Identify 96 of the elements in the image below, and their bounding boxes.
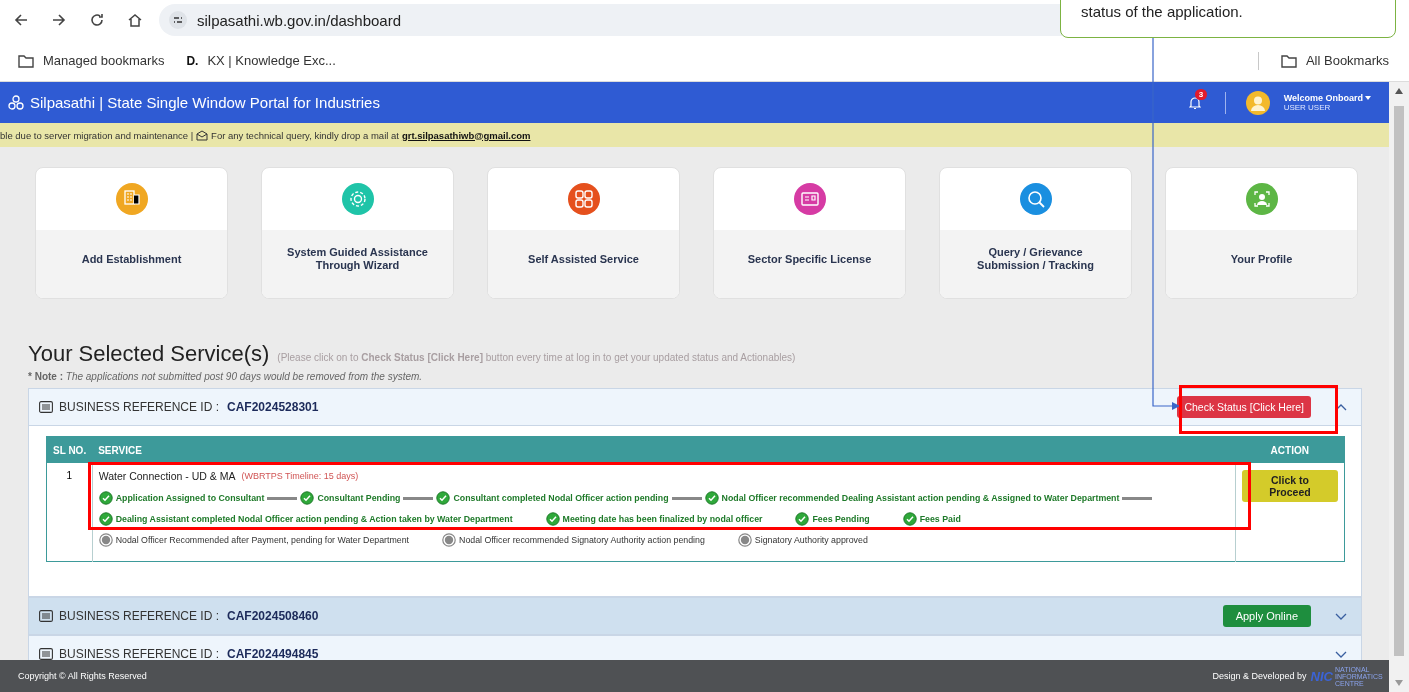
apply-online-button[interactable]: Apply Online [1222, 605, 1311, 627]
grid-icon [567, 183, 600, 215]
callout-text: status of the application. [1081, 3, 1243, 20]
caret-icon [1365, 96, 1371, 100]
notification-count: 3 [1194, 88, 1208, 100]
bell-icon[interactable] [1188, 95, 1201, 110]
column-header: SERVICE [92, 436, 1236, 463]
logo-icon [8, 94, 24, 111]
reload-icon[interactable] [89, 12, 105, 28]
avatar-icon[interactable] [1245, 90, 1270, 115]
check-circle-icon [98, 491, 113, 505]
connector-line [403, 496, 434, 500]
hint-text: (Please click on to Check Status [Click Here] button every time at log in to get your updated status and Actionables) [277, 352, 796, 363]
reference-label: BUSINESS REFERENCE ID : [59, 647, 220, 660]
status-step: Dealing Assistant completed Nodal Officer action pending & Action taken by Water Department [98, 512, 513, 526]
status-step: Consultant Pending [300, 491, 434, 505]
scrollbar[interactable] [1389, 82, 1409, 692]
chevron-down-icon[interactable] [1335, 612, 1347, 620]
status-step: Nodal Officer Recommended after Payment, pending for Water Department [98, 533, 410, 547]
bookmark[interactable]: D. KX | Knowledge Exc... [186, 53, 336, 68]
check-circle-icon [545, 512, 560, 526]
check-circle-icon [436, 491, 451, 505]
reference-label: BUSINESS REFERENCE ID : [59, 609, 220, 623]
site-logo-icon: D. [186, 53, 199, 68]
status-step: Fees Paid [902, 512, 961, 526]
accordion-header[interactable]: BUSINESS REFERENCE ID : CAF2024508460 Apply Online [28, 597, 1362, 635]
forward-icon[interactable] [51, 12, 67, 28]
id-card-icon [793, 183, 826, 215]
folder-icon [1280, 53, 1297, 68]
connector-line [671, 496, 702, 500]
check-circle-icon [902, 512, 917, 526]
check-status-button[interactable]: Check Status [Click Here] [1177, 396, 1311, 418]
list-icon [39, 610, 53, 622]
list-icon [39, 648, 53, 660]
gear-icon [341, 183, 374, 215]
mail-icon [196, 129, 209, 141]
status-step: Meeting date has been finalized by nodal officer [545, 512, 763, 526]
connector-line [1122, 496, 1153, 500]
back-icon[interactable] [13, 12, 29, 28]
list-icon [39, 401, 53, 413]
note-text: * Note : The applications not submitted post 90 days would be removed from the system. [28, 371, 424, 382]
folder-icon [18, 53, 34, 68]
column-header: ACTION [1235, 436, 1345, 463]
home-icon[interactable] [127, 12, 143, 28]
scroll-up-icon [1395, 88, 1403, 94]
status-step: Nodal Officer recommended Dealing Assistant action pending & Assigned to Water Department [704, 491, 1153, 505]
check-circle-icon [704, 491, 719, 505]
credit-text: Design & Developed by [1212, 671, 1307, 681]
reference-id: CAF2024494845 [227, 647, 319, 660]
site-settings-icon [169, 11, 187, 29]
chevron-up-icon[interactable] [1335, 403, 1347, 411]
copyright-text: Copyright © All Rights Reserved [18, 671, 147, 681]
user-profile-icon [1245, 183, 1278, 215]
check-circle-icon [98, 512, 113, 526]
email-link[interactable]: grt.silpasathiwb@gmail.com [401, 129, 531, 141]
status-step: Nodal Officer recommended Signatory Authority action pending [442, 533, 705, 547]
table-cell: 1 [46, 463, 93, 562]
proceed-button[interactable]: Click to Proceed [1242, 470, 1338, 502]
timeline-text: (WBRTPS Timeline: 15 days) [241, 471, 359, 481]
reference-id: CAF2024528301 [227, 400, 319, 414]
check-circle-icon [795, 512, 810, 526]
pending-circle-icon [98, 533, 113, 547]
reference-label: BUSINESS REFERENCE ID : [59, 400, 220, 414]
notice-text: For any technical query, kindly drop a mail at [211, 129, 399, 141]
status-step: Fees Pending [795, 512, 870, 526]
service-tile[interactable]: Query / Grievance Submission / Tracking [939, 167, 1132, 299]
service-name: Water Connection - UD & MA [98, 470, 236, 482]
pending-circle-icon [442, 533, 457, 547]
scrollbar-thumb[interactable] [1394, 106, 1404, 656]
check-circle-icon [300, 491, 315, 505]
status-step: Signatory Authority approved [737, 533, 868, 547]
service-tile[interactable]: Your Profile [1165, 167, 1358, 299]
user-name: USER USER [1283, 103, 1332, 112]
search-icon [1019, 183, 1052, 215]
accordion-header[interactable]: BUSINESS REFERENCE ID : CAF2024494845 [28, 635, 1362, 660]
column-header: SL NO. [46, 436, 93, 463]
service-tile[interactable]: System Guided Assistance Through Wizard [261, 167, 454, 299]
scroll-down-icon [1395, 680, 1403, 686]
pending-circle-icon [737, 533, 752, 547]
reference-id: CAF2024508460 [227, 609, 319, 623]
service-tile[interactable]: Self Assisted Service [487, 167, 680, 299]
accordion-header[interactable]: BUSINESS REFERENCE ID : CAF2024528301 Check Status [Click Here] [28, 388, 1362, 426]
service-tile[interactable]: Add Establishment [35, 167, 228, 299]
url-text: silpasathi.wb.gov.in/dashboard [197, 11, 402, 29]
status-step: Application Assigned to Consultant [98, 491, 298, 505]
building-icon [115, 183, 148, 215]
bookmark[interactable]: All Bookmarks [1280, 53, 1389, 68]
bookmark[interactable]: Managed bookmarks [18, 53, 165, 68]
connector-line [267, 496, 298, 500]
section-title: Your Selected Service(s) [28, 341, 270, 367]
notice-text: ble due to server migration and maintenance | [0, 129, 194, 141]
portal-title: Silpasathi | State Single Window Portal for Industries [30, 94, 380, 111]
user-menu[interactable]: Welcome Onboard [1283, 93, 1371, 103]
chevron-down-icon[interactable] [1335, 650, 1347, 658]
service-tile[interactable]: Sector Specific License [713, 167, 906, 299]
status-step: Consultant completed Nodal Officer action pending [436, 491, 702, 505]
